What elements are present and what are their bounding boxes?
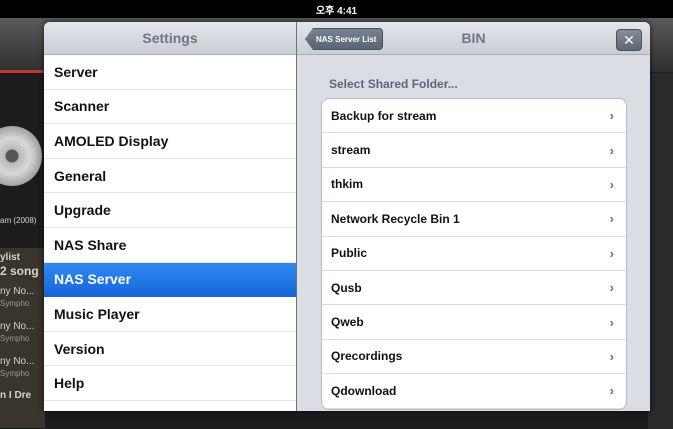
- close-button[interactable]: ✕: [616, 29, 642, 51]
- background-text: ny No...: [0, 286, 35, 297]
- background-text: Sympho: [0, 369, 30, 378]
- chevron-right-icon: ›: [609, 142, 614, 158]
- detail-navbar: NAS Server List BIN ✕: [297, 22, 650, 55]
- folder-row[interactable]: Qdownload ›: [322, 374, 626, 409]
- background-text: Sympho: [0, 299, 30, 308]
- folder-label: Public: [331, 246, 368, 261]
- folder-row[interactable]: Network Recycle Bin 1 ›: [322, 202, 626, 237]
- menu-item-amoled-display[interactable]: AMOLED Display: [44, 124, 296, 159]
- menu-item-help[interactable]: Help: [44, 366, 296, 401]
- menu-item-scanner[interactable]: Scanner: [44, 90, 296, 125]
- background-text: ylist: [0, 252, 21, 263]
- menu-item-nas-share[interactable]: NAS Share: [44, 228, 296, 263]
- background-text: Sympho: [0, 334, 30, 343]
- folder-row[interactable]: Qweb ›: [322, 305, 626, 340]
- background-right-edge: [648, 73, 673, 429]
- status-time: 오후 4:41: [315, 5, 358, 17]
- master-title: Settings: [142, 30, 198, 46]
- folder-label: thkim: [331, 177, 364, 192]
- chevron-right-icon: ›: [609, 348, 614, 364]
- chevron-right-icon: ›: [609, 280, 614, 296]
- background-text: am (2008): [0, 216, 37, 225]
- back-button-label: NAS Server List: [316, 34, 377, 44]
- menu-item-server[interactable]: Server: [44, 55, 296, 90]
- settings-popover: Settings Server Scanner AMOLED Display G…: [44, 22, 650, 411]
- menu-item-music-player[interactable]: Music Player: [44, 297, 296, 332]
- shared-folder-list: Backup for stream › stream › thkim › Net…: [321, 98, 627, 410]
- folder-row[interactable]: stream ›: [322, 133, 626, 168]
- chevron-right-icon: ›: [609, 314, 614, 330]
- chevron-right-icon: ›: [609, 383, 614, 399]
- folder-label: Qusb: [331, 280, 362, 295]
- background-text: 2 song: [0, 264, 39, 278]
- settings-master-pane: Settings Server Scanner AMOLED Display G…: [44, 22, 296, 411]
- folder-label: Qweb: [331, 315, 364, 330]
- folder-label: Qrecordings: [331, 349, 403, 364]
- menu-item-nas-server[interactable]: NAS Server: [44, 262, 296, 298]
- album-disc-icon: [0, 126, 42, 186]
- chevron-right-icon: ›: [609, 211, 614, 227]
- folder-label: Qdownload: [331, 383, 397, 398]
- back-button[interactable]: NAS Server List: [305, 28, 384, 50]
- settings-menu: Server Scanner AMOLED Display General Up…: [44, 55, 296, 401]
- status-bar: 오후 4:41: [0, 0, 673, 18]
- folder-row[interactable]: Qrecordings ›: [322, 340, 626, 375]
- close-icon: ✕: [623, 31, 635, 48]
- background-text: n I Dre: [0, 390, 32, 401]
- folder-label: Network Recycle Bin 1: [331, 211, 460, 226]
- background-text: ny No...: [0, 356, 35, 367]
- section-header: Select Shared Folder...: [329, 77, 458, 91]
- detail-pane: NAS Server List BIN ✕ Select Shared Fold…: [297, 22, 650, 411]
- chevron-right-icon: ›: [609, 176, 614, 192]
- folder-row[interactable]: Qusb ›: [322, 271, 626, 306]
- master-navbar: Settings: [44, 22, 296, 55]
- folder-row[interactable]: thkim ›: [322, 168, 626, 203]
- folder-label: stream: [331, 143, 371, 158]
- folder-label: Backup for stream: [331, 108, 437, 123]
- background-text: ny No...: [0, 321, 35, 332]
- menu-item-version[interactable]: Version: [44, 332, 296, 367]
- folder-row[interactable]: Backup for stream ›: [322, 99, 626, 134]
- menu-item-general[interactable]: General: [44, 159, 296, 194]
- chevron-right-icon: ›: [609, 245, 614, 261]
- menu-item-upgrade[interactable]: Upgrade: [44, 193, 296, 228]
- chevron-right-icon: ›: [609, 108, 614, 124]
- folder-row[interactable]: Public ›: [322, 237, 626, 271]
